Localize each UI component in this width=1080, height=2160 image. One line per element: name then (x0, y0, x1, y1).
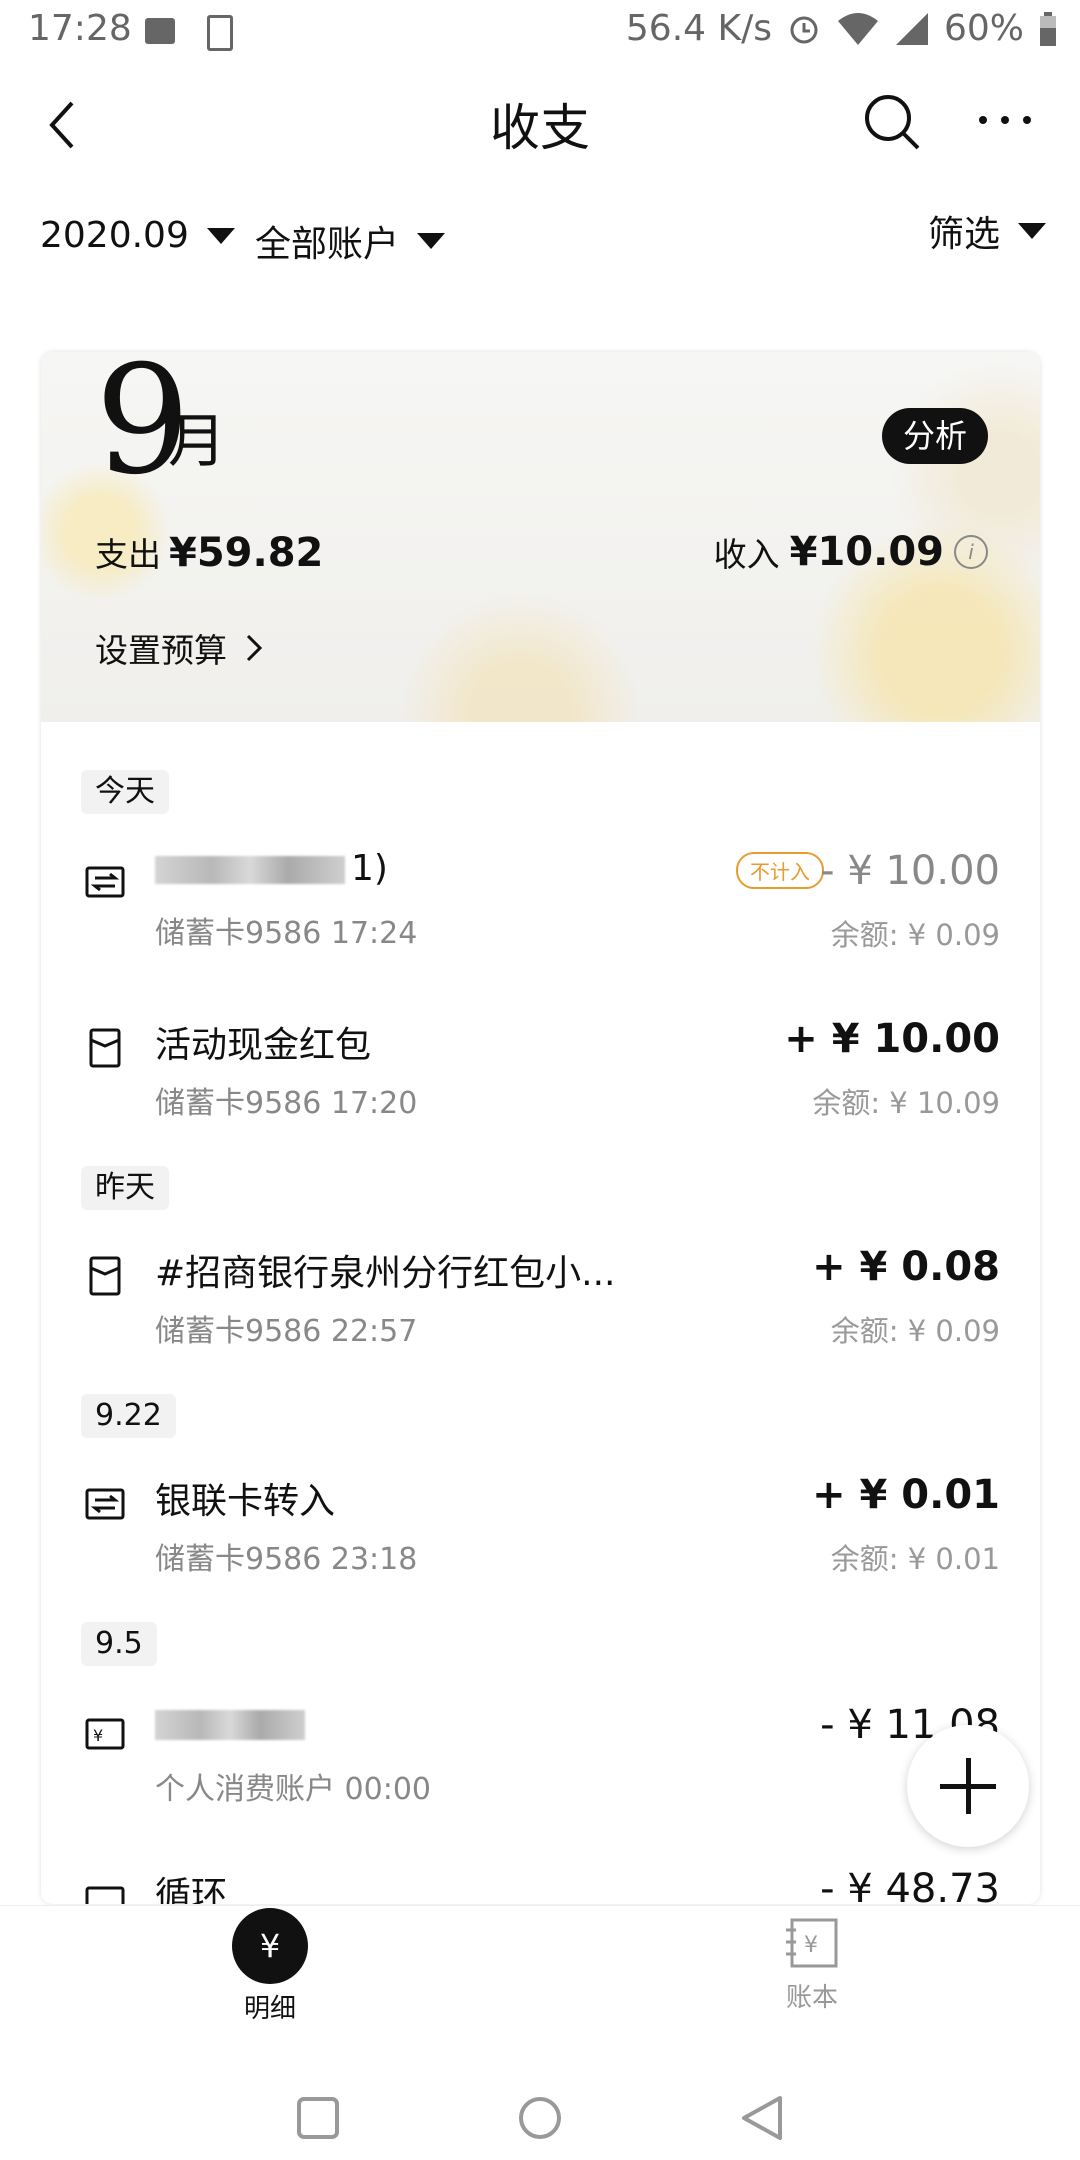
red-envelope-icon (89, 1256, 121, 1296)
filter-label: 筛选 (928, 214, 1001, 255)
ledger-tab-icon: ¥ (786, 1918, 838, 1968)
transaction-balance: 余额: ¥ 0.09 (830, 918, 1000, 952)
status-right: 56.4 K/s 60% (626, 8, 1058, 49)
recents-icon[interactable] (296, 2096, 340, 2140)
transaction-subtitle: 储蓄卡9586 23:18 (155, 1542, 418, 1577)
network-speed: 56.4 K/s (625, 8, 772, 49)
transaction-balance: 余额: ¥ 0.01 (830, 1542, 1000, 1576)
system-nav-bar (0, 2030, 1080, 2160)
search-icon[interactable] (862, 92, 922, 152)
chevron-down-icon (206, 227, 235, 244)
svg-text:¥: ¥ (93, 1726, 103, 1745)
transaction-title: 活动现金红包 (155, 1025, 372, 1066)
month-summary-banner: 9 月 分析 支出 ¥59.82 收入 ¥10.09 i 设置预算 (41, 352, 1040, 722)
transfer-icon (85, 866, 125, 898)
red-envelope-icon (89, 1028, 121, 1068)
account-filter[interactable]: 全部账户 (255, 215, 446, 267)
transfer-icon (85, 1488, 125, 1520)
chevron-down-icon (1018, 223, 1047, 239)
chevron-right-icon (246, 634, 263, 662)
status-bar: 17:28 56.4 K/s 60% (0, 0, 1080, 66)
month-filter[interactable]: 2020.09 (40, 215, 235, 256)
image-icon (145, 18, 175, 44)
transaction-amount: - ¥ 48.73 (820, 1866, 1000, 1904)
account-filter-label: 全部账户 (255, 224, 400, 265)
analyze-button[interactable]: 分析 (882, 408, 988, 464)
transaction-title: #招商银行泉州分行红包小... (155, 1253, 616, 1294)
expense-label: 支出 (95, 535, 161, 574)
redacted-text (155, 856, 345, 884)
more-icon[interactable] (975, 100, 1035, 140)
income-value: ¥10.09 (789, 529, 944, 575)
set-budget-link[interactable]: 设置预算 (95, 624, 263, 672)
bill-icon: ¥ (85, 1718, 125, 1750)
alarm-icon (790, 16, 818, 43)
transaction-amount: + ¥ 10.00 (784, 1016, 1000, 1062)
date-header: 9.22 (81, 1394, 176, 1438)
expense-value: ¥59.82 (169, 530, 324, 576)
detail-tab-icon: ¥ (232, 1908, 308, 1984)
info-icon[interactable]: i (954, 535, 988, 569)
transaction-balance: 余额: ¥ 10.09 (812, 1086, 1000, 1120)
filter-button[interactable]: 筛选 (928, 205, 1047, 257)
date-header-today: 今天 (81, 770, 169, 814)
excluded-badge: 不计入 (736, 852, 824, 889)
svg-text:¥: ¥ (804, 1933, 818, 1958)
date-header: 9.5 (81, 1622, 157, 1666)
expense-summary: 支出 ¥59.82 (95, 528, 323, 576)
transactions-card: 9 月 分析 支出 ¥59.82 收入 ¥10.09 i 设置预算 今天 1) 储蓄… (41, 352, 1040, 1904)
add-icon[interactable] (907, 1725, 1029, 1847)
income-summary: 收入 ¥10.09 i (714, 528, 988, 576)
redacted-text (155, 1710, 305, 1740)
transaction-subtitle: 储蓄卡9586 22:57 (155, 1314, 418, 1349)
battery-icon (1040, 11, 1056, 46)
transaction-amount: + ¥ 0.01 (812, 1472, 1000, 1518)
date-header-yesterday: 昨天 (81, 1166, 169, 1210)
tab-ledger-label: 账本 (785, 1983, 838, 2013)
home-icon[interactable] (518, 2096, 562, 2140)
back-triangle-icon[interactable] (740, 2094, 784, 2142)
transaction-amount: - ¥ 10.00 (820, 848, 1000, 894)
transaction-amount: + ¥ 0.08 (812, 1244, 1000, 1290)
transaction-subtitle: 储蓄卡9586 17:24 (155, 916, 418, 951)
signal-icon (895, 12, 928, 45)
transaction-balance: 余额: ¥ 0.09 (830, 1314, 1000, 1348)
transaction-title: 银联卡转入 (155, 1481, 336, 1522)
status-time: 17:28 (28, 8, 132, 49)
bill-icon (85, 1886, 125, 1904)
transaction-subtitle: 储蓄卡9586 17:20 (155, 1086, 418, 1121)
transaction-title: 循环 (155, 1875, 228, 1904)
month-filter-label: 2020.09 (40, 215, 189, 256)
download-icon (207, 15, 233, 51)
transaction-title: 1) (351, 848, 388, 889)
wifi-icon (837, 12, 878, 45)
bottom-tab-bar: ¥ 明细 ¥ 账本 (0, 1905, 1080, 2031)
battery-percent: 60% (943, 8, 1024, 49)
tab-detail[interactable]: ¥ 明细 (218, 1906, 322, 2025)
income-label: 收入 (713, 535, 780, 574)
tab-ledger[interactable]: ¥ 账本 (760, 1918, 864, 2014)
set-budget-label: 设置预算 (95, 631, 227, 670)
transaction-subtitle: 个人消费账户 00:00 (155, 1772, 431, 1807)
month-unit: 月 (168, 407, 227, 475)
tab-detail-label: 明细 (243, 1994, 296, 2024)
chevron-down-icon (417, 233, 446, 249)
